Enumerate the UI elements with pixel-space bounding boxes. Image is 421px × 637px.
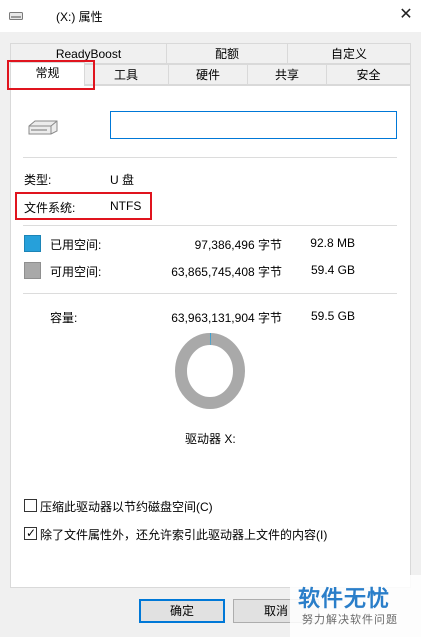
watermark-title: 软件无忧 bbox=[298, 586, 391, 611]
cancel-label: 取消 bbox=[263, 604, 288, 618]
compress-label: 压缩此驱动器以节约磁盘空间(C) bbox=[40, 500, 213, 514]
used-space-size: 92.8 MB bbox=[310, 236, 355, 250]
capacity-bytes: 63,963,131,904 字节 bbox=[171, 311, 282, 325]
tab-label: 自定义 bbox=[330, 47, 367, 61]
compress-checkbox[interactable] bbox=[24, 499, 37, 512]
used-space-label: 已用空间: bbox=[50, 238, 102, 252]
usb-drive-icon bbox=[9, 12, 23, 20]
used-space-bytes: 97,386,496 字节 bbox=[194, 238, 282, 252]
filesystem-label: 文件系统: bbox=[24, 201, 76, 215]
drive-letter-label: 驱动器 X: bbox=[185, 432, 236, 446]
free-space-swatch bbox=[24, 262, 41, 279]
filesystem-value: NTFS bbox=[110, 199, 142, 213]
tab-label: 配额 bbox=[214, 47, 239, 61]
free-space-bytes: 63,865,745,408 字节 bbox=[171, 265, 282, 279]
usb-drive-icon bbox=[28, 120, 58, 135]
tab-customize[interactable]: 自定义 bbox=[287, 43, 411, 64]
drive-name-input[interactable] bbox=[110, 111, 397, 139]
free-space-ring bbox=[175, 333, 245, 409]
type-label: 类型: bbox=[24, 173, 52, 187]
tab-label: 常规 bbox=[35, 66, 60, 80]
free-space-label: 可用空间: bbox=[50, 265, 102, 279]
tab-sharing[interactable]: 共享 bbox=[247, 64, 327, 85]
index-label: 除了文件属性外，还允许索引此驱动器上文件的内容(I) bbox=[40, 528, 328, 542]
capacity-size: 59.5 GB bbox=[310, 309, 355, 323]
close-button[interactable]: ✕ bbox=[396, 3, 416, 27]
watermark-subtitle: 努力解决软件问题 bbox=[302, 614, 398, 626]
tab-security[interactable]: 安全 bbox=[326, 64, 411, 85]
separator bbox=[23, 293, 397, 294]
disk-usage-donut bbox=[175, 332, 245, 409]
tab-label: 共享 bbox=[274, 68, 299, 82]
title-bar: (X:) 属性 ✕ bbox=[0, 0, 421, 32]
separator bbox=[23, 225, 397, 226]
tab-label: ReadyBoost bbox=[55, 47, 122, 61]
tab-label: 安全 bbox=[356, 68, 381, 82]
tab-tools[interactable]: 工具 bbox=[83, 64, 169, 85]
tab-hardware[interactable]: 硬件 bbox=[168, 64, 248, 85]
capacity-label: 容量: bbox=[50, 311, 78, 325]
free-space-size: 59.4 GB bbox=[310, 263, 355, 277]
tab-readyboost[interactable]: ReadyBoost bbox=[10, 43, 167, 64]
ok-label: 确定 bbox=[169, 604, 194, 618]
window-title: (X:) 属性 bbox=[56, 10, 103, 24]
check-icon: ✓ bbox=[26, 526, 37, 540]
tab-label: 硬件 bbox=[195, 68, 220, 82]
tab-general[interactable]: 常规 bbox=[10, 62, 85, 86]
watermark: 软件无忧 努力解决软件问题 bbox=[290, 575, 421, 637]
separator bbox=[23, 157, 397, 158]
close-icon: ✕ bbox=[399, 6, 413, 23]
tab-label: 工具 bbox=[113, 68, 138, 82]
used-space-swatch bbox=[24, 235, 41, 252]
ok-button[interactable]: 确定 bbox=[139, 599, 225, 623]
tab-quota[interactable]: 配额 bbox=[166, 43, 288, 64]
index-checkbox[interactable]: ✓ bbox=[24, 526, 37, 540]
type-value: U 盘 bbox=[110, 173, 135, 187]
